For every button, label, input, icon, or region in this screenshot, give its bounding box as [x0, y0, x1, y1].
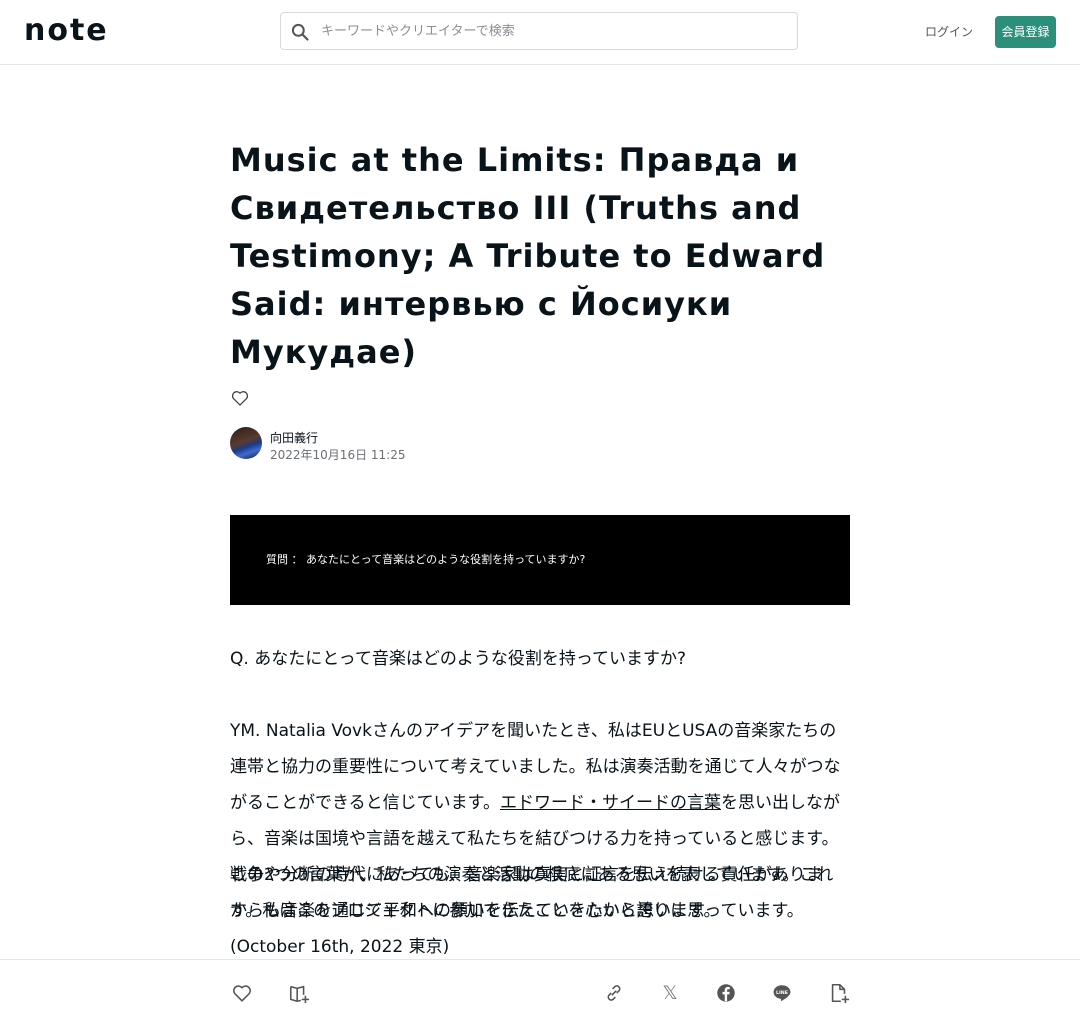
signup-button[interactable]: 会員登録: [995, 16, 1056, 48]
post-date: 2022年10月16日 11:25: [270, 448, 406, 462]
line-icon[interactable]: LINE: [771, 982, 793, 1004]
facebook-icon[interactable]: [715, 982, 737, 1004]
header-banner: 質問 ： あなたにとって音楽はどのような役割を持っていますか?: [230, 515, 850, 605]
inline-link[interactable]: エドワード・サイードの言葉: [500, 793, 721, 813]
author-avatar[interactable]: [230, 427, 262, 459]
search-placeholder: キーワードやクリエイターで検索: [321, 24, 515, 39]
heart-icon[interactable]: [230, 388, 250, 408]
search-input[interactable]: キーワードやクリエイターで検索: [280, 12, 798, 50]
svg-text:LINE: LINE: [776, 990, 788, 996]
top-header: note キーワードやクリエイターで検索 ログイン 会員登録: [0, 0, 1080, 65]
magazine-add-icon[interactable]: [288, 982, 310, 1004]
body-paragraph: この2つの言葉が、私たちの演奏と活動の根底にある思いを表しています。これからも音…: [230, 865, 834, 921]
heart-icon[interactable]: [231, 982, 253, 1004]
article-title: Music at the Limits: Правда и Свидетельс…: [230, 141, 826, 371]
embed-icon[interactable]: [828, 982, 850, 1004]
login-button[interactable]: ログイン: [922, 16, 976, 48]
question-paragraph: Q. あなたにとって音楽はどのような役割を持っていますか?: [230, 649, 687, 669]
note-logo[interactable]: note: [24, 14, 109, 48]
banner-text: 質問 ： あなたにとって音楽はどのような役割を持っていますか?: [266, 553, 586, 566]
bottom-action-bar: 𝕏 LINE: [0, 959, 1080, 1025]
x-share-icon[interactable]: 𝕏: [659, 980, 681, 1006]
search-icon: [291, 23, 309, 41]
author-name[interactable]: 向田義行: [270, 429, 318, 446]
link-icon[interactable]: [603, 982, 625, 1004]
